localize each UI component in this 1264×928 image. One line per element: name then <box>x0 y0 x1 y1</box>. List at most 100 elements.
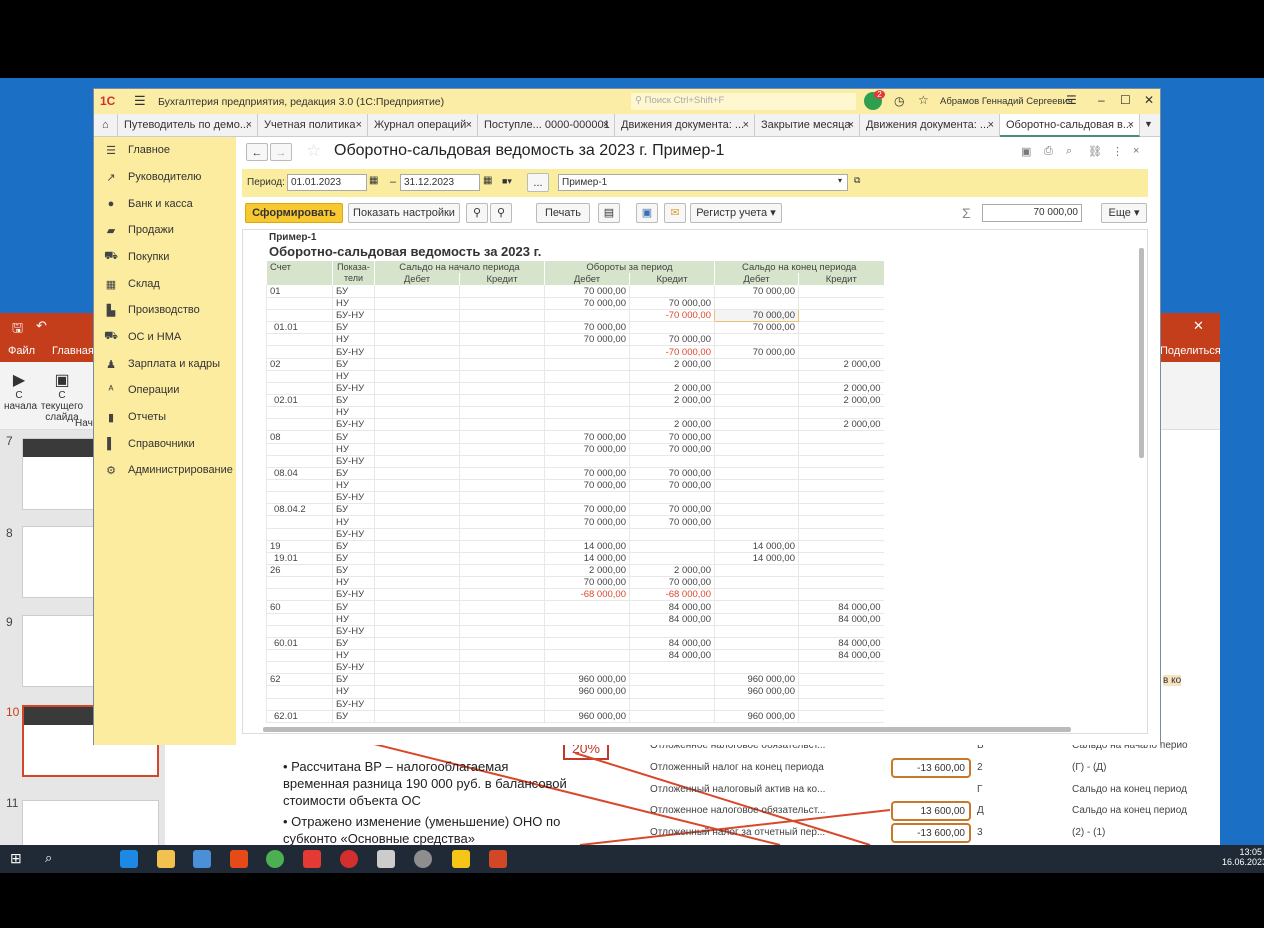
amount-cell[interactable] <box>544 649 630 663</box>
amount-cell[interactable] <box>459 382 545 396</box>
amount-cell[interactable] <box>374 698 460 711</box>
amount-cell[interactable] <box>714 370 799 383</box>
account-cell[interactable] <box>266 528 333 541</box>
find-button[interactable]: ⚲ <box>466 203 488 223</box>
amount-cell[interactable] <box>798 479 884 493</box>
account-cell[interactable]: 02.01 <box>266 394 333 408</box>
tab[interactable]: Журнал операций × <box>368 114 478 137</box>
amount-cell[interactable] <box>798 309 884 323</box>
account-cell[interactable] <box>266 613 333 626</box>
amount-cell[interactable] <box>374 637 460 651</box>
windows-start-icon[interactable]: ⊞ <box>10 850 22 867</box>
amount-cell[interactable] <box>798 370 884 383</box>
open-icon[interactable]: ⧉ <box>854 175 860 186</box>
amount-cell[interactable] <box>544 394 630 408</box>
indicator-cell[interactable]: НУ <box>332 443 375 456</box>
indicator-cell[interactable]: БУ <box>332 540 375 553</box>
account-cell[interactable]: 01 <box>266 285 333 298</box>
email-button[interactable]: ✉ <box>664 203 686 223</box>
amount-cell[interactable] <box>374 600 460 614</box>
amount-cell[interactable] <box>629 528 715 541</box>
amount-cell[interactable] <box>374 382 460 396</box>
amount-cell[interactable]: 70 000,00 <box>714 321 799 335</box>
amount-cell[interactable] <box>714 564 799 578</box>
amount-cell[interactable]: 70 000,00 <box>629 503 715 517</box>
amount-cell[interactable] <box>374 625 460 638</box>
settings-variant-select[interactable]: Пример-1 <box>558 174 848 191</box>
amount-cell[interactable] <box>629 540 715 553</box>
amount-cell[interactable] <box>459 309 545 323</box>
amount-cell[interactable]: -70 000,00 <box>629 345 715 359</box>
amount-cell[interactable]: 84 000,00 <box>798 613 884 626</box>
amount-cell[interactable]: 84 000,00 <box>629 600 715 614</box>
amount-cell[interactable]: 70 000,00 <box>714 309 799 323</box>
amount-cell[interactable] <box>374 588 460 602</box>
amount-cell[interactable] <box>629 552 715 566</box>
indicator-cell[interactable]: НУ <box>332 613 375 626</box>
amount-cell[interactable]: 960 000,00 <box>544 710 630 723</box>
amount-cell[interactable] <box>544 637 630 651</box>
amount-cell[interactable] <box>374 394 460 408</box>
amount-cell[interactable]: 960 000,00 <box>714 685 799 699</box>
amount-cell[interactable] <box>798 710 884 723</box>
indicator-cell[interactable]: БУ-НУ <box>332 345 375 359</box>
amount-cell[interactable] <box>798 673 884 687</box>
amount-cell[interactable] <box>459 685 545 699</box>
amount-cell[interactable] <box>798 491 884 505</box>
amount-cell[interactable] <box>714 443 799 456</box>
amount-cell[interactable] <box>459 333 545 347</box>
sidebar-item-warehouse[interactable]: ▦ Склад <box>104 274 160 294</box>
period-select-button[interactable]: ... <box>527 173 549 192</box>
amount-cell[interactable] <box>544 370 630 383</box>
amount-cell[interactable]: 70 000,00 <box>714 285 799 298</box>
date-from-input[interactable]: 01.01.2023 <box>287 174 367 191</box>
close-form-icon[interactable]: × <box>1133 145 1139 157</box>
account-cell[interactable]: 19 <box>266 540 333 553</box>
sidebar-item-main[interactable]: ☰ Главное <box>104 140 170 160</box>
tab[interactable]: Движения документа: ... × <box>615 114 755 137</box>
amount-cell[interactable] <box>374 491 460 505</box>
amount-cell[interactable] <box>798 333 884 347</box>
account-cell[interactable] <box>266 370 333 383</box>
amount-cell[interactable] <box>714 430 799 444</box>
itunes-icon[interactable] <box>414 850 432 868</box>
amount-cell[interactable]: 14 000,00 <box>544 540 630 553</box>
amount-cell[interactable]: 70 000,00 <box>544 443 630 456</box>
amount-cell[interactable]: 70 000,00 <box>544 515 630 529</box>
amount-cell[interactable] <box>374 613 460 626</box>
amount-cell[interactable] <box>544 382 630 396</box>
tab[interactable]: Учетная политика × <box>258 114 368 137</box>
account-cell[interactable] <box>266 479 333 493</box>
amount-cell[interactable] <box>374 576 460 590</box>
indicator-cell[interactable]: БУ <box>332 503 375 517</box>
amount-cell[interactable] <box>459 491 545 505</box>
account-cell[interactable] <box>266 491 333 505</box>
indicator-cell[interactable]: БУ-НУ <box>332 491 375 505</box>
sidebar-item-admin[interactable]: ⚙ Администрирование <box>104 460 233 480</box>
amount-cell[interactable] <box>459 710 545 723</box>
amount-cell[interactable] <box>629 321 715 335</box>
amount-cell[interactable] <box>798 552 884 566</box>
save-icon[interactable]: ▣ <box>1021 145 1031 158</box>
amount-cell[interactable] <box>544 600 630 614</box>
amount-cell[interactable] <box>374 321 460 335</box>
opera-icon[interactable] <box>340 850 358 868</box>
amount-cell[interactable]: 70 000,00 <box>714 345 799 359</box>
edge-icon[interactable] <box>120 850 138 868</box>
amount-cell[interactable] <box>544 661 630 675</box>
amount-cell[interactable] <box>629 491 715 505</box>
amount-cell[interactable]: 960 000,00 <box>544 673 630 687</box>
amount-cell[interactable] <box>798 685 884 699</box>
indicator-cell[interactable]: НУ <box>332 333 375 347</box>
sidebar-item-manager[interactable]: ↗ Руководителю <box>104 167 201 187</box>
amount-cell[interactable] <box>544 613 630 626</box>
account-cell[interactable]: 08.04.2 <box>266 503 333 517</box>
amount-cell[interactable] <box>459 370 545 383</box>
amount-cell[interactable] <box>374 540 460 553</box>
print-icon[interactable]: ⎙ <box>1044 145 1053 158</box>
generate-button[interactable]: Сформировать <box>245 203 343 223</box>
amount-cell[interactable] <box>374 443 460 456</box>
clock[interactable]: 13:05 16.06.2023 <box>1222 847 1264 867</box>
sidebar-item-references[interactable]: ▌ Справочники <box>104 434 195 454</box>
amount-cell[interactable] <box>798 467 884 481</box>
